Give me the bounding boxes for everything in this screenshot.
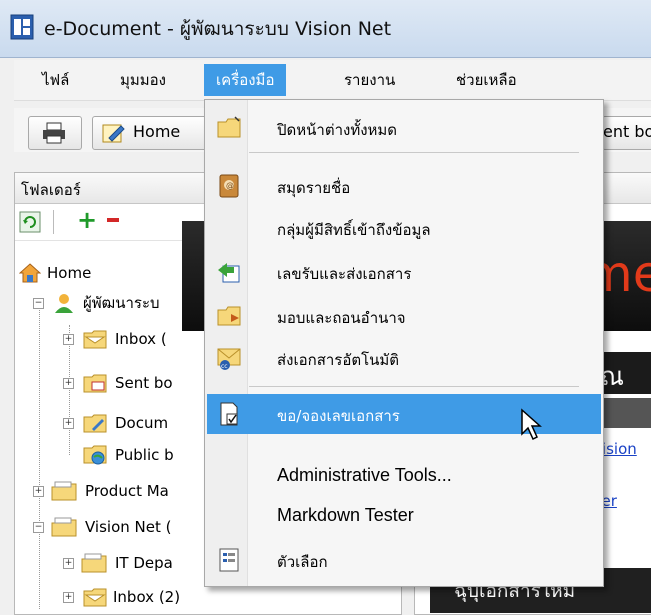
menu-item-address-book[interactable]: @ สมุดรายชื่อ <box>207 166 601 206</box>
menu-item-label: เลขรับและส่งเอกสาร <box>277 265 412 283</box>
mouse-cursor-icon <box>521 408 542 441</box>
tree-line <box>39 299 41 609</box>
menu-report[interactable]: รายงาน <box>332 64 407 96</box>
auto-send-icon: cc <box>217 348 241 370</box>
expand-toggle[interactable]: + <box>63 334 74 345</box>
tree-toolbar-divider <box>53 210 54 234</box>
collapse-toggle[interactable]: − <box>33 298 44 309</box>
sent-box-button-label: ent bo <box>603 122 651 141</box>
menu-item-label: ส่งเอกสารอัตโนมัติ <box>277 351 400 369</box>
menu-item-label: ปิดหน้าต่างทั้งหมด <box>277 121 398 139</box>
delegate-icon <box>217 306 241 326</box>
folder-panel-title: โฟลเดอร์ <box>21 181 81 199</box>
address-book-icon: @ <box>219 174 239 198</box>
menu-item-label: ขอ/จองเลขเอกสาร <box>277 407 400 425</box>
svg-text:cc: cc <box>221 363 228 370</box>
user-icon <box>55 294 73 313</box>
document-edit-icon <box>102 124 125 143</box>
expand-toggle[interactable]: + <box>33 486 44 497</box>
menu-tools[interactable]: เครื่องมือ <box>204 64 287 96</box>
menu-item-label: สมุดรายชื่อ <box>277 179 351 197</box>
print-button[interactable] <box>28 116 82 150</box>
menu-item-delegate[interactable]: มอบและถอนอำนาจ <box>207 296 601 336</box>
expand-toggle[interactable]: + <box>63 418 74 429</box>
tree-item-label: Inbox (2) <box>113 588 181 606</box>
home-icon <box>19 263 41 283</box>
menu-item-label: ตัวเลือก <box>277 553 328 571</box>
document-folder-icon <box>83 414 107 433</box>
close-windows-icon <box>217 116 241 138</box>
expand-toggle[interactable]: + <box>63 378 74 389</box>
tree-item-label: Public b <box>115 446 174 464</box>
collapse-toggle[interactable]: − <box>33 522 44 533</box>
menu-bar: ไฟล์ มุมมอง เครื่องมือ รายงาน ช่วยเหลือ <box>14 60 651 101</box>
menu-item-markdown-tester[interactable]: Markdown Tester <box>207 496 601 536</box>
expand-toggle[interactable]: + <box>63 558 74 569</box>
menu-item-auto-send[interactable]: cc ส่งเอกสารอัตโนมัติ <box>207 338 601 378</box>
title-bar: e-Document - ผู้พัฒนาระบบ Vision Net <box>0 0 651 58</box>
tree-item-label: ผู้พัฒนาระบ <box>83 294 160 312</box>
inbox-folder-icon <box>83 588 107 607</box>
menu-item-label: กลุ่มผู้มีสิทธิ์เข้าถึงข้อมูล <box>277 221 431 239</box>
menu-item-close-all-windows[interactable]: ปิดหน้าต่างทั้งหมด <box>207 108 601 148</box>
menu-item-label: มอบและถอนอำนาจ <box>277 309 406 327</box>
folder-icon <box>81 553 107 573</box>
tree-item-label: Home <box>47 264 92 282</box>
sent-box-button[interactable]: ent bo <box>602 116 651 150</box>
inbox-folder-icon <box>83 330 107 349</box>
menu-item-send-receive-number[interactable]: เลขรับและส่งเอกสาร <box>207 252 601 292</box>
home-button[interactable]: Home <box>92 116 214 150</box>
menu-help[interactable]: ช่วยเหลือ <box>444 64 529 96</box>
refresh-icon[interactable] <box>19 211 41 233</box>
reserve-number-icon <box>220 402 238 426</box>
menu-item-administrative-tools[interactable]: Administrative Tools... <box>207 456 601 496</box>
window-title: e-Document - ผู้พัฒนาระบบ Vision Net <box>44 18 392 40</box>
expand-toggle[interactable]: + <box>63 592 74 603</box>
tree-item-label: Inbox ( <box>115 330 167 348</box>
folder-icon <box>51 481 77 501</box>
folder-icon <box>51 517 77 537</box>
public-folder-icon <box>83 445 107 465</box>
send-receive-icon <box>218 263 240 283</box>
tree-item-label: Product Ma <box>85 482 169 500</box>
tree-item-label: Sent bo <box>115 374 173 392</box>
menu-item-access-groups[interactable]: กลุ่มผู้มีสิทธิ์เข้าถึงข้อมูล <box>207 208 601 248</box>
sent-folder-icon <box>83 374 107 393</box>
tools-dropdown-menu: ปิดหน้าต่างทั้งหมด @ สมุดรายชื่อ กลุ่มผู… <box>204 99 604 587</box>
menu-file[interactable]: ไฟล์ <box>30 64 81 96</box>
options-icon <box>219 548 239 572</box>
tree-item-label: Docum <box>115 414 169 432</box>
app-icon <box>10 14 34 40</box>
printer-icon <box>43 122 65 144</box>
svg-text:@: @ <box>226 181 234 190</box>
menu-item-options[interactable]: ตัวเลือก <box>207 540 601 580</box>
home-button-label: Home <box>133 122 181 141</box>
menu-separator <box>249 386 579 387</box>
menu-item-label: Markdown Tester <box>277 505 414 525</box>
menu-separator <box>249 152 579 153</box>
add-icon[interactable]: + <box>77 206 97 234</box>
remove-icon[interactable] <box>107 218 119 222</box>
menu-view[interactable]: มุมมอง <box>108 64 178 96</box>
menu-item-label: Administrative Tools... <box>277 465 452 485</box>
tree-item-label: IT Depa <box>115 554 173 572</box>
tree-item-label: Vision Net ( <box>85 518 172 536</box>
